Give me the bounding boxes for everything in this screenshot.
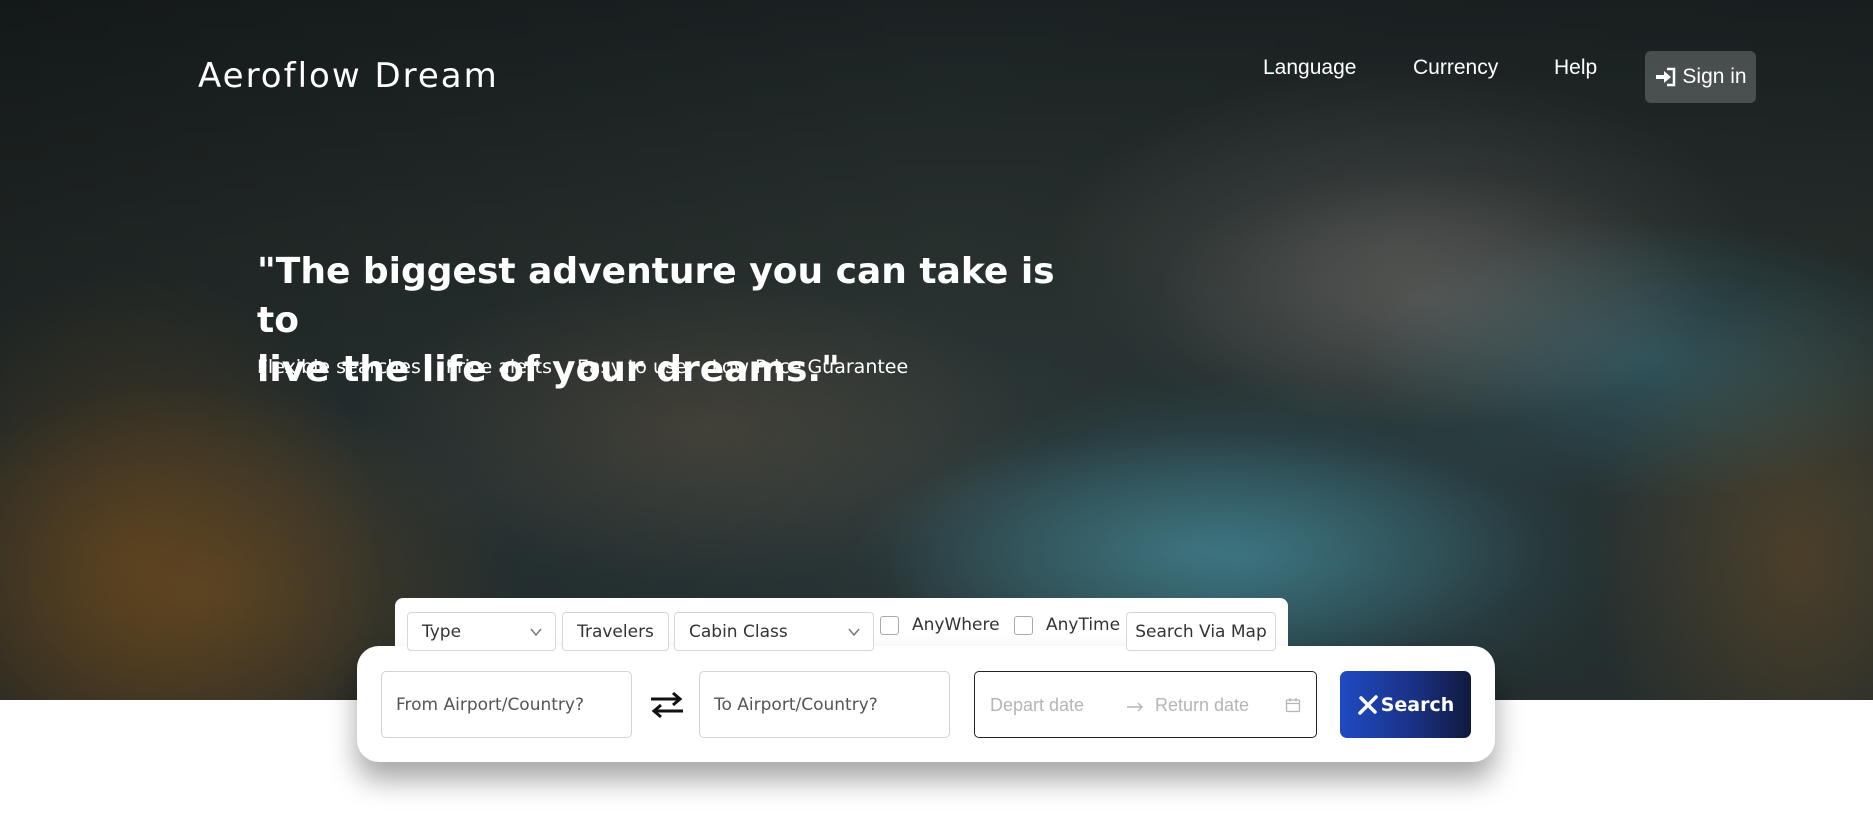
type-select-label: Type xyxy=(422,621,462,642)
from-airport-placeholder: From Airport/Country? xyxy=(396,694,584,715)
feature-low-price-guarantee: Low Price Guarantee xyxy=(711,356,909,378)
anytime-checkbox[interactable]: AnyTime xyxy=(1014,615,1120,635)
travelers-label: Travelers xyxy=(577,621,654,642)
anywhere-label: AnyWhere xyxy=(912,615,1000,635)
search-via-map-button[interactable]: Search Via Map xyxy=(1126,612,1276,651)
chevron-down-icon xyxy=(848,628,860,637)
chevron-down-icon xyxy=(530,628,542,637)
anywhere-checkbox-box[interactable] xyxy=(880,615,899,635)
sign-in-icon xyxy=(1656,67,1676,87)
brand-logo[interactable]: Aeroflow Dream xyxy=(198,56,499,96)
feature-easy-to-use: Easy to use xyxy=(577,356,687,378)
airplane-icon xyxy=(1357,694,1378,715)
anytime-label: AnyTime xyxy=(1046,615,1121,635)
cabin-class-select[interactable]: Cabin Class xyxy=(674,612,874,651)
return-date-input[interactable]: Return date xyxy=(1155,695,1249,716)
nav-currency[interactable]: Currency xyxy=(1413,56,1498,80)
swap-icon[interactable] xyxy=(647,690,687,720)
search-button-label: Search xyxy=(1380,693,1455,716)
to-airport-placeholder: To Airport/Country? xyxy=(714,694,878,715)
anywhere-checkbox[interactable]: AnyWhere xyxy=(880,615,1000,635)
type-select[interactable]: Type xyxy=(407,612,556,651)
sign-in-button[interactable]: Sign in xyxy=(1645,51,1756,103)
anytime-checkbox-box[interactable] xyxy=(1014,615,1033,635)
search-via-map-label: Search Via Map xyxy=(1135,621,1267,642)
to-airport-input[interactable]: To Airport/Country? xyxy=(699,671,950,738)
from-airport-input[interactable]: From Airport/Country? xyxy=(381,671,632,738)
search-button[interactable]: Search xyxy=(1340,671,1471,738)
calendar-icon xyxy=(1285,698,1301,713)
depart-date-input[interactable]: Depart date xyxy=(990,695,1084,716)
travelers-button[interactable]: Travelers xyxy=(562,612,669,651)
cabin-class-label: Cabin Class xyxy=(689,621,788,642)
hero-background-cliffs xyxy=(1150,170,1710,430)
date-range-picker[interactable]: Depart date Return date xyxy=(974,671,1317,738)
sign-in-label: Sign in xyxy=(1682,65,1747,88)
feature-flexible-searches: Flexible searches xyxy=(257,356,421,378)
nav-help[interactable]: Help xyxy=(1554,56,1597,80)
hero-quote-line-1: "The biggest adventure you can take is t… xyxy=(257,251,1055,341)
feature-price-alerts: Price alerts xyxy=(445,356,553,378)
nav-language[interactable]: Language xyxy=(1263,56,1356,80)
arrow-right-icon xyxy=(1127,702,1143,712)
feature-list: Flexible searches Price alerts Easy to u… xyxy=(257,356,908,378)
